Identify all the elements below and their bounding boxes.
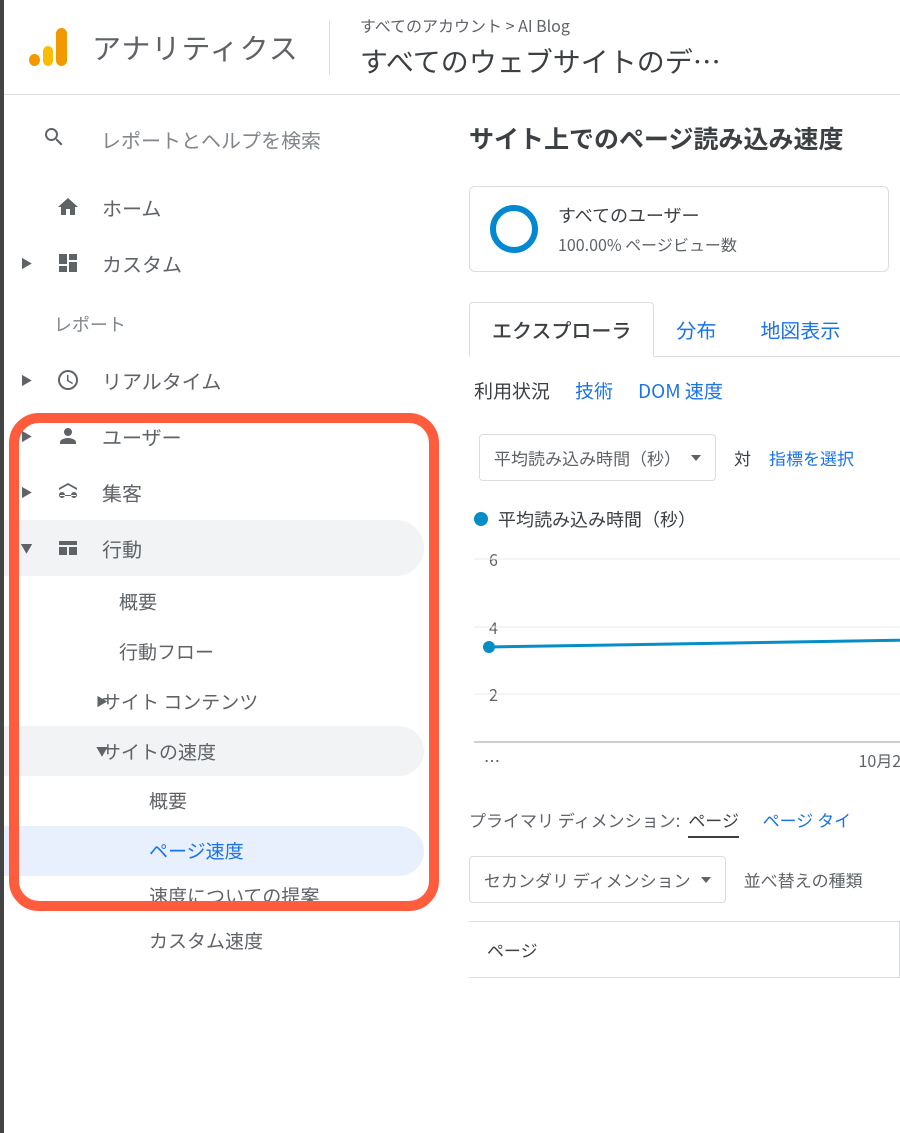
nav-behavior[interactable]: ▼ 行動 [4, 520, 424, 576]
nav-custom-label: カスタム [102, 249, 182, 278]
app-title: アナリティクス [92, 26, 299, 68]
nav-custom[interactable]: ▶ カスタム [4, 235, 424, 291]
secondary-dimension-label: セカンダリ ディメンション [484, 867, 691, 892]
table-header-page[interactable]: ページ [469, 921, 900, 978]
page-title: サイト上でのページ読み込み速度 [469, 120, 900, 156]
dimension-page-title[interactable]: ページ タイ [763, 807, 851, 832]
chevron-right-icon: ▶ [19, 372, 34, 389]
nav-behavior-label: 行動 [102, 534, 142, 563]
chevron-right-icon: ▶ [19, 484, 34, 501]
nav-realtime-label: リアルタイム [102, 366, 221, 395]
speed-custom[interactable]: カスタム速度 [4, 917, 424, 967]
chart-legend: 平均読み込み時間（秒） [474, 506, 900, 532]
metric-row: 平均読み込み時間（秒） 対 指標を選択 [479, 434, 900, 481]
compare-metric-link[interactable]: 指標を選択 [769, 445, 854, 470]
legend-label: 平均読み込み時間（秒） [498, 506, 696, 532]
dimension-row: プライマリ ディメンション: ページ ページ タイ [469, 807, 900, 838]
subtab-tech[interactable]: 技術 [575, 377, 613, 404]
breadcrumb-account[interactable]: AI Blog [518, 13, 570, 37]
tab-distribution[interactable]: 分布 [654, 303, 738, 356]
nav-home[interactable]: ホーム [4, 179, 424, 235]
secondary-row: セカンダリ ディメンション 並べ替えの種類 [469, 856, 900, 903]
chevron-right-icon: ▶ [19, 255, 34, 272]
breadcrumb-root[interactable]: すべてのアカウント [360, 13, 502, 37]
dimension-page[interactable]: ページ [688, 807, 739, 838]
view-title[interactable]: すべてのウェブサイトのデ… [360, 41, 840, 81]
main-content: サイト上でのページ読み込み速度 すべてのユーザー 100.00% ページビュー数… [439, 95, 900, 1133]
x-label-start: … [484, 748, 500, 772]
nav-acquisition[interactable]: ▶ 集客 [4, 464, 424, 520]
secondary-dimension-selector[interactable]: セカンダリ ディメンション [469, 856, 726, 903]
nav-home-label: ホーム [102, 193, 161, 222]
sub-flow[interactable]: 行動フロー [4, 626, 424, 676]
sub-site-content[interactable]: ▶ サイト コンテンツ [4, 676, 424, 726]
nav-user[interactable]: ▶ ユーザー [4, 408, 424, 464]
home-icon [54, 195, 82, 219]
metric-selector-label: 平均読み込み時間（秒） [494, 445, 681, 470]
sub-overview[interactable]: 概要 [4, 576, 424, 626]
subtab-usage[interactable]: 利用状況 [474, 377, 550, 404]
dimension-label: プライマリ ディメンション: [469, 807, 680, 832]
clock-icon [54, 368, 82, 392]
sub-site-speed-label: サイトの速度 [102, 738, 216, 765]
segment-value: 100.00% ページビュー数 [558, 232, 737, 256]
dashboard-icon [54, 251, 82, 275]
sidebar: レポートとヘルプを検索 ホーム ▶ カスタム レポート ▶ リアルタイム ▶ ユ… [4, 95, 439, 1133]
breadcrumb[interactable]: すべてのアカウント > AI Blog [360, 13, 900, 37]
search-row[interactable]: レポートとヘルプを検索 [4, 110, 439, 179]
segment-circle-icon [490, 205, 538, 253]
segment-name: すべてのユーザー [558, 202, 737, 228]
vs-label: 対 [734, 445, 751, 470]
behavior-icon [54, 536, 82, 560]
tab-explorer[interactable]: エクスプローラ [469, 302, 654, 357]
line-chart[interactable]: 6 4 2 … 10月29 [474, 542, 900, 772]
tab-map[interactable]: 地図表示 [738, 303, 862, 356]
sub-tabs: 利用状況 技術 DOM 速度 [469, 357, 900, 424]
search-icon[interactable] [42, 125, 66, 154]
chart-svg [474, 542, 900, 752]
caret-down-icon [691, 455, 701, 461]
caret-down-icon [701, 877, 711, 883]
sub-site-speed[interactable]: ▼ サイトの速度 [4, 726, 424, 776]
divider [329, 20, 330, 75]
reports-section-label: レポート [4, 291, 439, 352]
sort-type-label[interactable]: 並べ替えの種類 [744, 867, 863, 892]
nav-realtime[interactable]: ▶ リアルタイム [4, 352, 424, 408]
nav-acquisition-label: 集客 [102, 478, 142, 507]
tabs: エクスプローラ 分布 地図表示 [469, 302, 900, 357]
legend-dot-icon [474, 512, 488, 526]
subtab-dom[interactable]: DOM 速度 [638, 377, 723, 404]
search-input[interactable]: レポートとヘルプを検索 [101, 125, 321, 154]
nav-user-label: ユーザー [102, 422, 182, 451]
speed-suggestions[interactable]: 速度についての提案 [4, 876, 424, 917]
person-icon [54, 424, 82, 448]
metric-selector[interactable]: 平均読み込み時間（秒） [479, 434, 716, 481]
chevron-right-icon: ▶ [19, 428, 34, 445]
sub-site-content-label: サイト コンテンツ [102, 688, 258, 715]
speed-overview[interactable]: 概要 [4, 776, 424, 826]
app-header: アナリティクス すべてのアカウント > AI Blog すべてのウェブサイトのデ… [4, 0, 900, 95]
segment-card[interactable]: すべてのユーザー 100.00% ページビュー数 [469, 186, 889, 272]
x-label-end: 10月29 [858, 748, 900, 772]
analytics-logo [29, 28, 67, 66]
chevron-down-icon: ▼ [19, 540, 34, 557]
speed-page-timings[interactable]: ページ速度 [4, 826, 424, 876]
acquisition-icon [54, 480, 82, 504]
